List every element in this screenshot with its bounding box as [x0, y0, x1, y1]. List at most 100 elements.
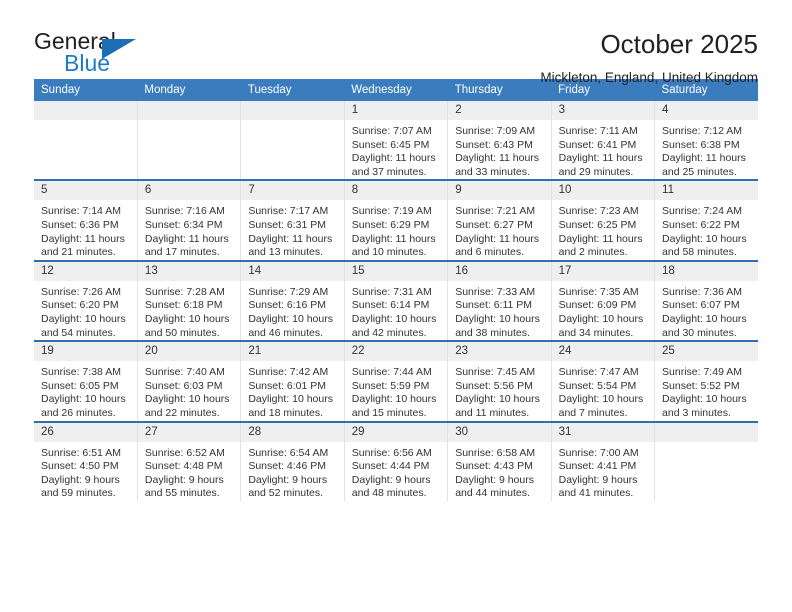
daylight-text-line2: and 48 minutes. — [351, 487, 427, 500]
sunrise-text: Sunrise: 7:26 AM — [41, 285, 121, 298]
calendar-day-cell[interactable]: 12 Sunrise: 7:26 AM Sunset: 6:20 PM Dayligh… — [34, 259, 138, 342]
day-number: 20 — [137, 342, 241, 362]
calendar-day-cell[interactable]: 21 Sunrise: 7:42 AM Sunset: 6:01 PM Dayligh… — [240, 340, 345, 422]
day-number: 30 — [448, 422, 551, 442]
calendar-day-cell[interactable]: 15 Sunrise: 7:31 AM Sunset: 6:14 PM Dayligh… — [344, 259, 449, 342]
calendar-day-cell[interactable]: 30 Sunrise: 6:58 AM Sunset: 4:43 PM Dayligh… — [447, 420, 552, 501]
daylight-text-line1: Daylight: 9 hours — [144, 473, 224, 486]
day-details: Sunrise: 7:29 AM Sunset: 6:16 PM Daylight:… — [241, 281, 343, 340]
daylight-text-line2: and 30 minutes. — [662, 326, 737, 339]
calendar-day-cell[interactable]: 1 Sunrise: 7:07 AM Sunset: 6:45 PM Daylight… — [344, 101, 449, 181]
day-details: Sunrise: 7:23 AM Sunset: 6:25 PM Daylight:… — [552, 200, 654, 259]
daylight-text-line1: Daylight: 11 hours — [455, 152, 540, 165]
calendar-day-cell[interactable]: 25 Sunrise: 7:49 AM Sunset: 5:52 PM Dayligh… — [654, 340, 758, 422]
calendar-day-cell[interactable]: 23 Sunrise: 7:45 AM Sunset: 5:56 PM Dayligh… — [447, 340, 552, 422]
sunrise-text: Sunrise: 7:42 AM — [248, 366, 329, 379]
day-details: Sunrise: 6:51 AM Sunset: 4:50 PM Daylight:… — [34, 442, 137, 501]
sunset-text: Sunset: 6:25 PM — [558, 218, 637, 231]
daylight-text-line1: Daylight: 10 hours — [662, 312, 747, 325]
calendar-container: Sunday Monday Tuesday Wednesday Thursday… — [0, 79, 792, 501]
calendar-day-cell[interactable]: 8 Sunrise: 7:19 AM Sunset: 6:29 PM Daylight… — [344, 179, 449, 261]
calendar-day-cell[interactable]: 6 Sunrise: 7:16 AM Sunset: 6:34 PM Daylight… — [137, 179, 242, 261]
calendar-day-cell[interactable]: 14 Sunrise: 7:29 AM Sunset: 6:16 PM Dayligh… — [240, 259, 345, 342]
calendar-day-cell[interactable]: 9 Sunrise: 7:21 AM Sunset: 6:27 PM Daylight… — [447, 179, 552, 261]
daylight-text-line1: Daylight: 9 hours — [455, 473, 534, 486]
page-title: October 2025 — [600, 29, 758, 59]
calendar-day-cell[interactable]: 3 Sunrise: 7:11 AM Sunset: 6:41 PM Daylight… — [551, 101, 656, 181]
calendar-day-cell[interactable]: 18 Sunrise: 7:36 AM Sunset: 6:07 PM Dayligh… — [654, 259, 758, 342]
calendar-day-cell[interactable]: 16 Sunrise: 7:33 AM Sunset: 6:11 PM Dayligh… — [447, 259, 552, 342]
calendar-day-cell[interactable]: 20 Sunrise: 7:40 AM Sunset: 6:03 PM Dayligh… — [137, 340, 242, 422]
brand-name-blue: Blue — [64, 50, 111, 76]
daylight-text-line2: and 29 minutes. — [558, 165, 634, 178]
daylight-text-line2: and 17 minutes. — [144, 246, 220, 259]
sunrise-text: Sunrise: 6:58 AM — [455, 446, 536, 459]
sunrise-text: Sunrise: 7:17 AM — [248, 205, 329, 218]
day-number: 9 — [448, 181, 551, 201]
calendar-day-cell[interactable]: 24 Sunrise: 7:47 AM Sunset: 5:54 PM Dayligh… — [551, 340, 656, 422]
sunset-text: Sunset: 5:54 PM — [558, 379, 637, 392]
calendar-day-cell[interactable]: 4 Sunrise: 7:12 AM Sunset: 6:38 PM Daylight… — [654, 101, 758, 181]
sunset-text: Sunset: 4:43 PM — [455, 460, 533, 473]
calendar-day-cell[interactable]: 26 Sunrise: 6:51 AM Sunset: 4:50 PM Dayligh… — [34, 420, 138, 501]
daylight-text-line2: and 15 minutes. — [351, 406, 427, 419]
daylight-text-line1: Daylight: 10 hours — [351, 312, 437, 325]
day-number: 1 — [344, 101, 448, 120]
calendar-day-cell[interactable]: 2 Sunrise: 7:09 AM Sunset: 6:43 PM Daylight… — [447, 101, 552, 181]
daylight-text-line2: and 18 minutes. — [248, 406, 324, 419]
day-details: Sunrise: 7:31 AM Sunset: 6:14 PM Daylight:… — [345, 281, 447, 340]
day-number: 17 — [551, 261, 655, 281]
day-details: Sunrise: 7:14 AM Sunset: 6:36 PM Daylight:… — [34, 200, 137, 259]
sunset-text: Sunset: 6:36 PM — [41, 218, 119, 231]
calendar-day-cell[interactable]: 7 Sunrise: 7:17 AM Sunset: 6:31 PM Daylight… — [240, 179, 345, 261]
sunset-text: Sunset: 6:34 PM — [144, 218, 223, 231]
sunrise-text: Sunrise: 7:21 AM — [455, 205, 536, 218]
day-details: Sunrise: 7:16 AM Sunset: 6:34 PM Daylight:… — [138, 200, 240, 259]
day-number: 13 — [137, 261, 241, 281]
daylight-text-line1: Daylight: 11 hours — [662, 152, 746, 165]
brand-logo[interactable]: General Blue — [34, 28, 174, 80]
sunrise-text: Sunrise: 7:28 AM — [144, 285, 225, 298]
day-details: Sunrise: 7:49 AM Sunset: 5:52 PM Daylight:… — [655, 361, 758, 420]
day-details: Sunrise: 7:38 AM Sunset: 6:05 PM Daylight:… — [34, 361, 137, 420]
daylight-text-line1: Daylight: 9 hours — [248, 473, 328, 486]
daylight-text-line2: and 22 minutes. — [144, 406, 220, 419]
calendar-day-cell[interactable]: 31 Sunrise: 7:00 AM Sunset: 4:41 PM Dayligh… — [551, 420, 656, 501]
calendar-day-cell[interactable]: 5 Sunrise: 7:14 AM Sunset: 6:36 PM Daylight… — [34, 179, 138, 261]
calendar-day-cell[interactable]: 22 Sunrise: 7:44 AM Sunset: 5:59 PM Dayligh… — [344, 340, 449, 422]
day-number: 23 — [448, 342, 551, 362]
day-number — [137, 101, 241, 120]
calendar-day-cell-empty — [654, 420, 758, 501]
calendar-day-cell[interactable]: 27 Sunrise: 6:52 AM Sunset: 4:48 PM Dayligh… — [137, 420, 242, 501]
daylight-text-line2: and 2 minutes. — [558, 246, 628, 259]
calendar-day-cell[interactable]: 28 Sunrise: 6:54 AM Sunset: 4:46 PM Dayligh… — [240, 420, 345, 501]
calendar-day-cell[interactable]: 19 Sunrise: 7:38 AM Sunset: 6:05 PM Dayligh… — [34, 340, 138, 422]
daylight-text-line1: Daylight: 10 hours — [144, 393, 230, 406]
calendar-day-cell[interactable]: 17 Sunrise: 7:35 AM Sunset: 6:09 PM Dayligh… — [551, 259, 656, 342]
sunrise-text: Sunrise: 7:31 AM — [351, 285, 432, 298]
sunset-text: Sunset: 6:20 PM — [41, 299, 119, 312]
day-details: Sunrise: 7:36 AM Sunset: 6:07 PM Daylight:… — [655, 281, 758, 340]
sunset-text: Sunset: 6:07 PM — [662, 299, 740, 312]
sunrise-text: Sunrise: 7:11 AM — [558, 125, 638, 137]
daylight-text-line1: Daylight: 10 hours — [41, 393, 126, 406]
sunset-text: Sunset: 6:16 PM — [248, 299, 326, 312]
calendar-day-cell-empty — [34, 101, 138, 181]
sunset-text: Sunset: 6:31 PM — [248, 218, 326, 231]
sunrise-text: Sunrise: 6:56 AM — [351, 446, 432, 459]
sunrise-text: Sunrise: 7:29 AM — [248, 285, 329, 298]
calendar-day-cell[interactable]: 13 Sunrise: 7:28 AM Sunset: 6:18 PM Dayligh… — [137, 259, 242, 342]
page-header: General Blue October 2025 Mickleton, Eng… — [0, 0, 792, 85]
calendar-day-cell[interactable]: 11 Sunrise: 7:24 AM Sunset: 6:22 PM Dayligh… — [654, 179, 758, 261]
sunset-text: Sunset: 5:59 PM — [351, 379, 430, 392]
day-number: 10 — [551, 181, 655, 201]
day-details: Sunrise: 7:12 AM Sunset: 6:38 PM Daylight:… — [655, 120, 758, 179]
sunrise-text: Sunrise: 7:36 AM — [662, 285, 742, 298]
calendar-day-cell[interactable]: 10 Sunrise: 7:23 AM Sunset: 6:25 PM Dayligh… — [551, 179, 656, 261]
day-details: Sunrise: 7:47 AM Sunset: 5:54 PM Daylight:… — [552, 361, 654, 420]
daylight-text-line2: and 59 minutes. — [41, 487, 116, 500]
calendar-week-row: 1 Sunrise: 7:07 AM Sunset: 6:45 PM Daylight… — [34, 101, 758, 181]
daylight-text-line1: Daylight: 9 hours — [558, 473, 638, 486]
day-details: Sunrise: 7:40 AM Sunset: 6:03 PM Daylight:… — [138, 361, 240, 420]
calendar-day-cell[interactable]: 29 Sunrise: 6:56 AM Sunset: 4:44 PM Dayligh… — [344, 420, 449, 501]
